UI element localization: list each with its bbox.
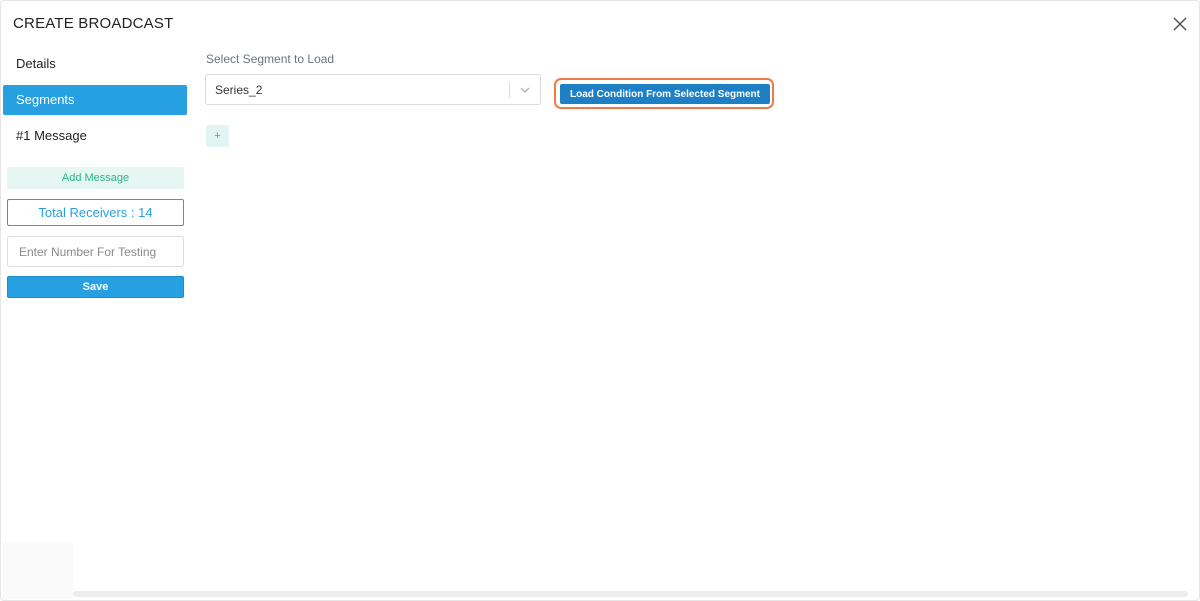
horizontal-scrollbar[interactable]: [73, 591, 1188, 597]
corner-shade: [3, 543, 73, 599]
close-icon[interactable]: [1171, 15, 1189, 33]
total-receivers-badge: Total Receivers : 14: [7, 199, 184, 226]
modal-title: CREATE BROADCAST: [13, 15, 174, 32]
chevron-down-icon[interactable]: [519, 84, 531, 96]
load-button-highlight: Load Condition From Selected Segment: [554, 78, 774, 109]
create-broadcast-modal: CREATE BROADCAST Details Segments #1 Mes…: [0, 0, 1200, 601]
sidebar: Details Segments #1 Message Add Message …: [3, 49, 187, 298]
save-button[interactable]: Save: [7, 276, 184, 298]
segment-select[interactable]: Series_2: [205, 74, 541, 105]
sidebar-item-details[interactable]: Details: [3, 49, 187, 79]
sidebar-item-segments[interactable]: Segments: [3, 85, 187, 115]
load-condition-button[interactable]: Load Condition From Selected Segment: [560, 84, 770, 104]
test-number-input[interactable]: [7, 236, 184, 267]
add-condition-button[interactable]: +: [206, 125, 229, 147]
sidebar-item-message-1[interactable]: #1 Message: [3, 121, 187, 151]
select-separator: [509, 82, 510, 98]
segment-select-value: Series_2: [215, 83, 263, 97]
segment-select-label: Select Segment to Load: [206, 52, 335, 66]
add-message-button[interactable]: Add Message: [7, 167, 184, 189]
